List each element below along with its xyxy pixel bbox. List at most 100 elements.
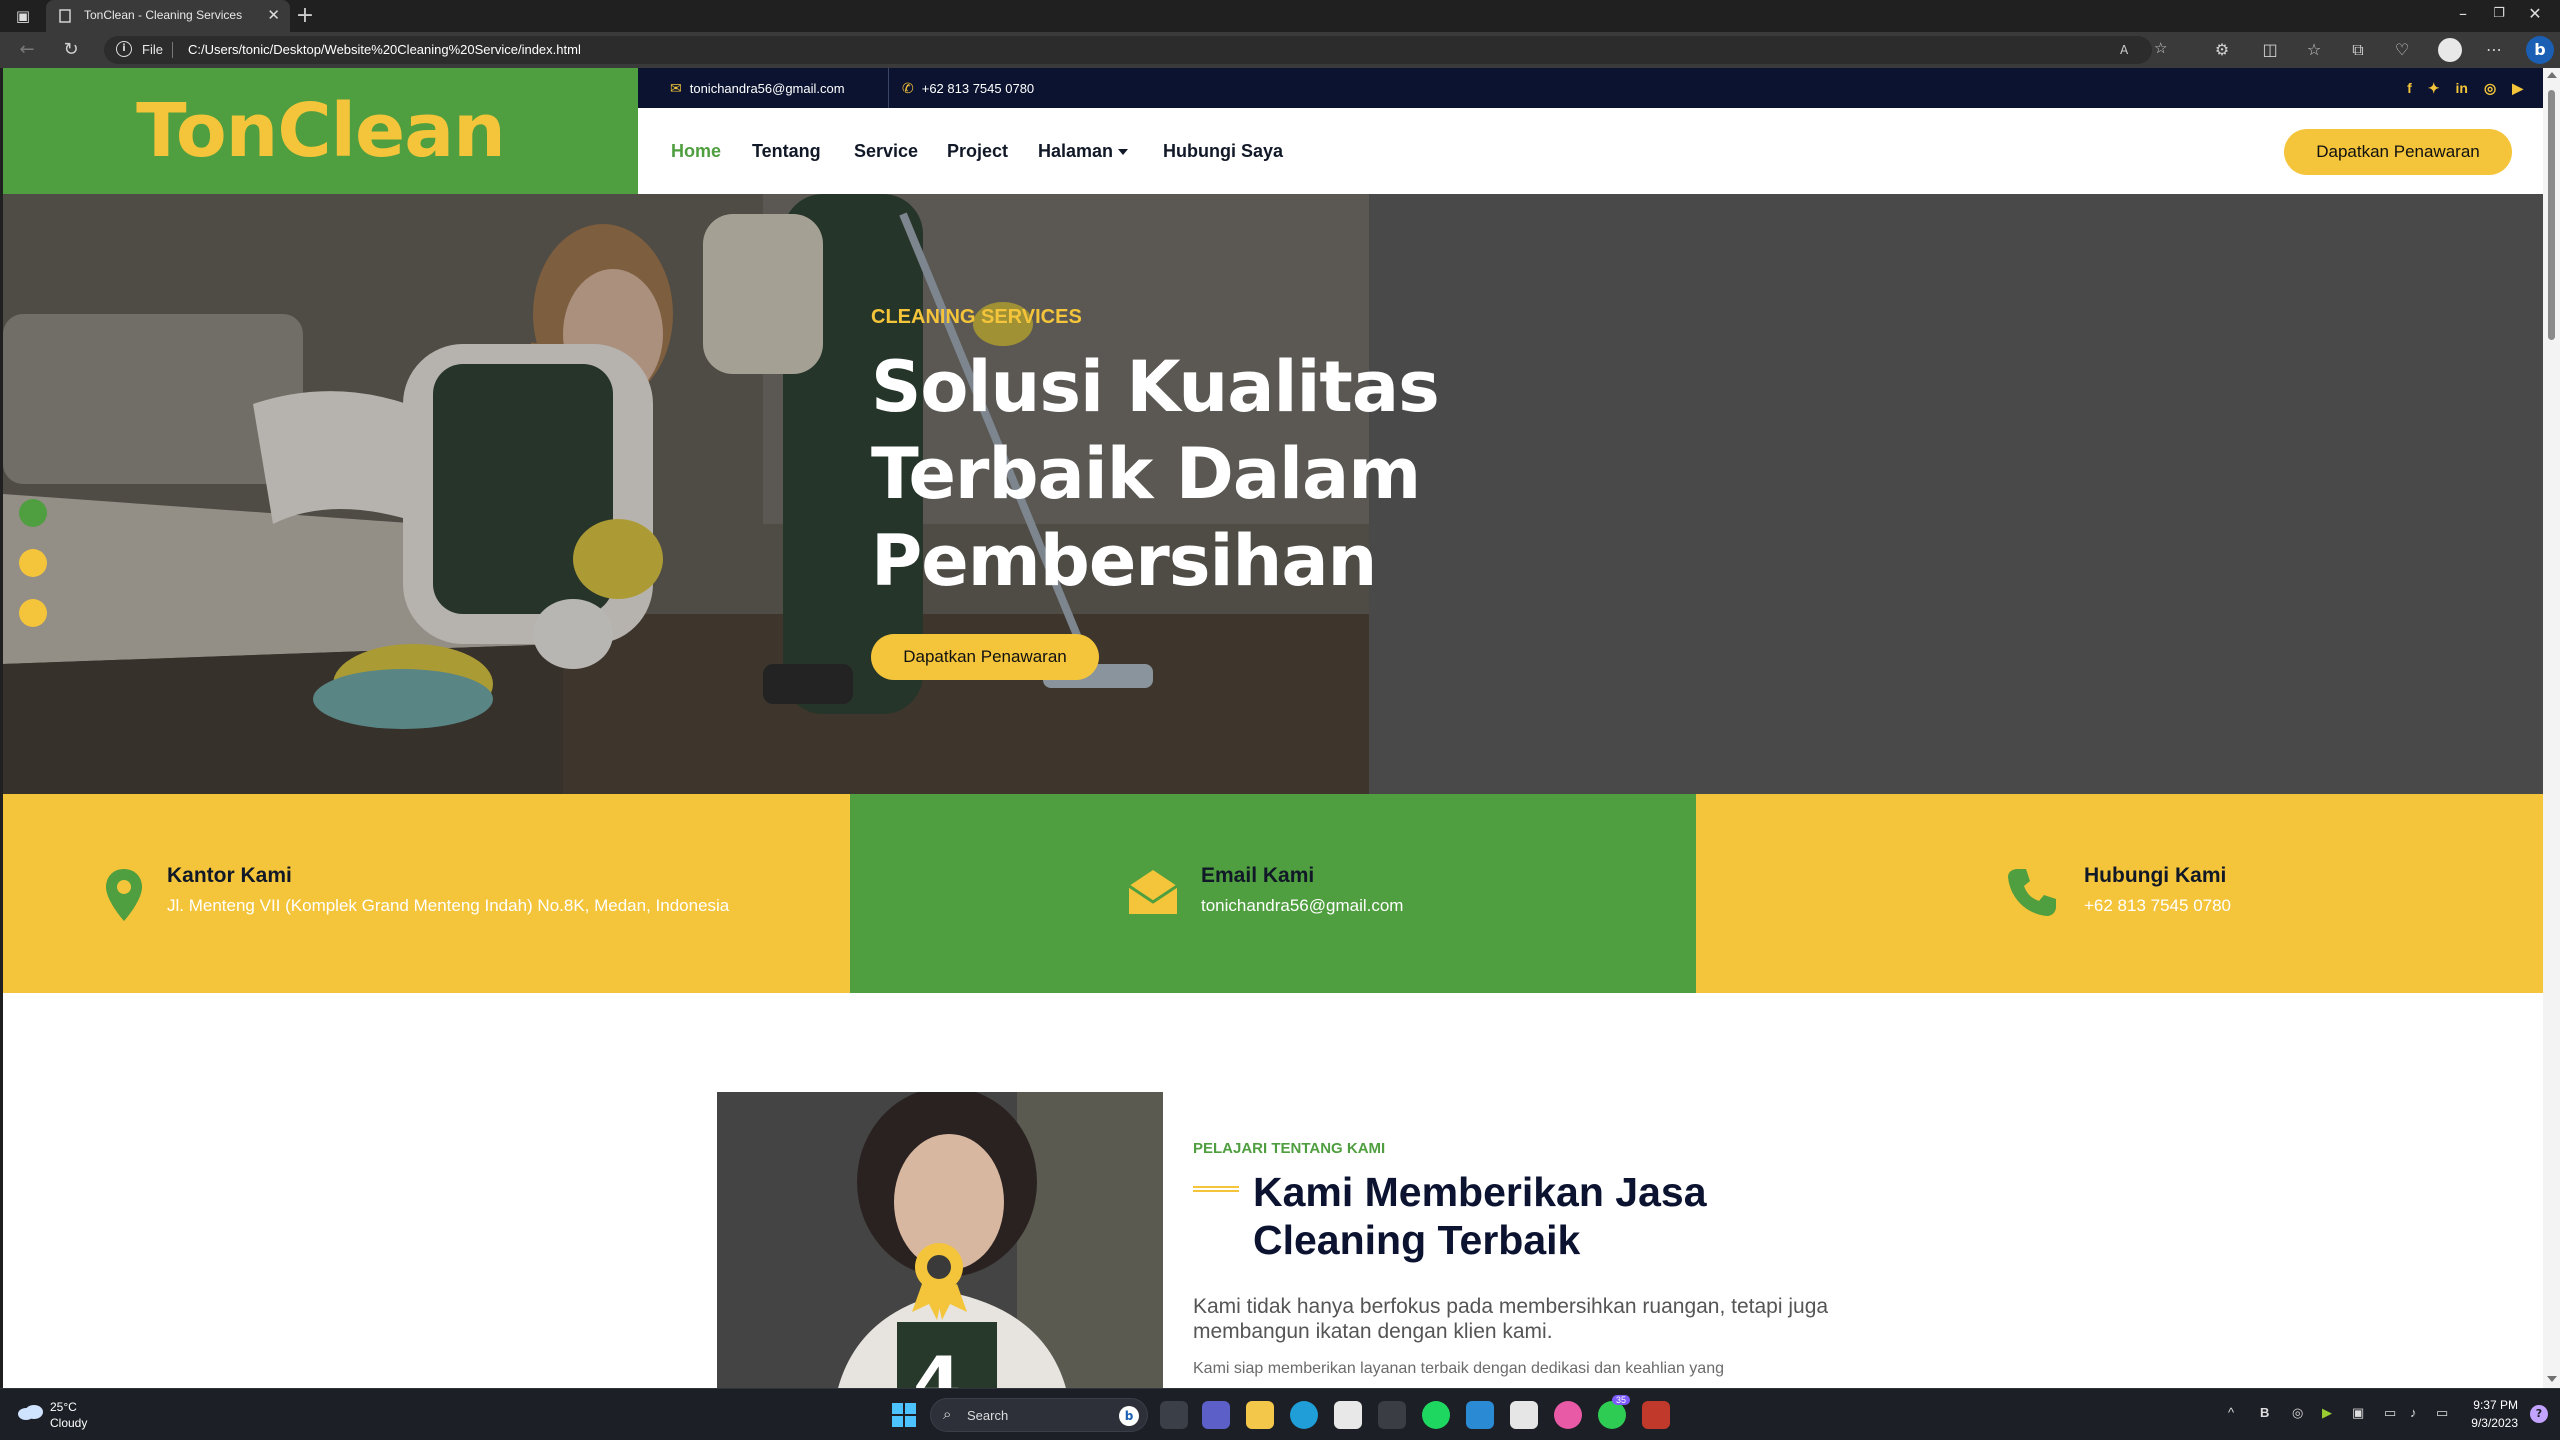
title-accent-rule <box>1193 1186 1239 1192</box>
notification-icon[interactable]: ? <box>2530 1405 2548 1423</box>
microsoft-store-icon[interactable] <box>1334 1401 1362 1429</box>
minimize-icon[interactable]: – <box>2448 4 2478 23</box>
about-title: Kami Memberikan Jasa Cleaning Terbaik <box>1253 1169 1707 1263</box>
teams-chat-icon[interactable] <box>1202 1401 1230 1429</box>
show-hidden-icons[interactable]: ^ <box>2228 1405 2234 1420</box>
tab-strip: ▣ TonClean - Cleaning Services ✕ + – ❐ ✕ <box>0 0 2560 32</box>
restore-icon[interactable]: ❐ <box>2484 6 2514 21</box>
divider <box>888 68 889 108</box>
url-scheme: File <box>142 42 163 57</box>
get-quote-button[interactable]: Dapatkan Penawaran <box>2284 129 2512 175</box>
tray-sync-icon[interactable]: ◎ <box>2292 1405 2303 1421</box>
top-info-bar: ✉ tonichandra56@gmail.com ✆ +62 813 7545… <box>638 68 2543 108</box>
back-icon[interactable]: ← <box>14 39 40 60</box>
topbar-phone[interactable]: ✆ +62 813 7545 0780 <box>902 68 1034 108</box>
email-address[interactable]: tonichandra56@gmail.com <box>1201 896 1403 916</box>
profile-avatar[interactable] <box>2438 38 2462 62</box>
refresh-icon[interactable]: ↻ <box>58 39 84 60</box>
page-icon <box>59 9 71 23</box>
whatsapp-icon[interactable]: 35 <box>1598 1395 1631 1429</box>
tab-actions-icon[interactable]: ▣ <box>12 6 34 26</box>
unity-hub-icon[interactable] <box>1378 1401 1406 1429</box>
envelope-icon: ✉ <box>670 79 682 96</box>
tray-nvidia-icon[interactable]: ▶ <box>2322 1405 2332 1421</box>
carousel-dot-1[interactable] <box>19 499 47 527</box>
close-tab-icon[interactable]: ✕ <box>267 6 280 24</box>
youtube-icon[interactable]: ▶ <box>2512 80 2523 97</box>
scroll-thumb[interactable] <box>2548 90 2555 340</box>
browser-tab[interactable]: TonClean - Cleaning Services ✕ <box>46 0 290 32</box>
extensions-icon[interactable]: ⚙ <box>2210 40 2234 59</box>
page-scrollbar[interactable] <box>2543 68 2560 1388</box>
nav-tentang[interactable]: Tentang <box>752 108 821 194</box>
edge-browser-icon[interactable] <box>1290 1401 1318 1429</box>
twitter-icon[interactable]: ✦ <box>2428 80 2440 97</box>
nav-project[interactable]: Project <box>947 108 1008 194</box>
phone-icon: ✆ <box>902 79 914 96</box>
vscode-icon[interactable] <box>1466 1401 1494 1429</box>
nav-halaman-label: Halaman <box>1038 141 1114 161</box>
nav-hubungi[interactable]: Hubungi Saya <box>1163 108 1283 194</box>
linkedin-icon[interactable]: in <box>2456 80 2468 96</box>
tray-gpu-icon[interactable]: ▣ <box>2352 1405 2364 1421</box>
browser-essentials-icon[interactable]: ♡ <box>2390 40 2414 59</box>
notepad-icon[interactable] <box>1510 1401 1538 1429</box>
clock-time[interactable]: 9:37 PM <box>2473 1398 2518 1412</box>
collections-icon[interactable]: ⧉ <box>2346 40 2370 60</box>
task-view-icon[interactable] <box>1160 1401 1188 1429</box>
favorite-star-icon[interactable]: ☆ <box>2154 39 2167 57</box>
site-logo[interactable]: TonClean <box>3 88 638 174</box>
battery-icon[interactable]: ▭ <box>2436 1405 2448 1421</box>
carousel-dot-3[interactable] <box>19 599 47 627</box>
weather-description[interactable]: Cloudy <box>50 1416 87 1430</box>
tray-app-icon[interactable]: B <box>2260 1405 2269 1420</box>
bing-icon: b <box>1119 1406 1139 1426</box>
hero-carousel: CLEANING SERVICES Solusi Kualitas Terbai… <box>3 194 2543 794</box>
hero-quote-button[interactable]: Dapatkan Penawaran <box>871 634 1099 680</box>
window-close-icon[interactable]: ✕ <box>2520 4 2550 23</box>
scroll-down-icon[interactable] <box>2547 1376 2557 1382</box>
taskbar-search[interactable]: ⌕ Search b <box>930 1398 1148 1432</box>
network-icon[interactable]: ▭ <box>2384 1405 2396 1421</box>
map-pin-icon <box>106 869 142 921</box>
copilot-icon[interactable]: b <box>2526 36 2554 64</box>
read-aloud-icon[interactable]: A <box>2120 43 2128 57</box>
weather-temperature[interactable]: 25°C <box>50 1400 77 1414</box>
hero-title-line-2: Terbaik Dalam <box>871 433 1421 515</box>
carousel-dot-2[interactable] <box>19 549 47 577</box>
nav-halaman[interactable]: Halaman <box>1038 108 1129 194</box>
spotify-icon[interactable] <box>1422 1401 1450 1429</box>
url-text[interactable]: C:/Users/tonic/Desktop/Website%20Cleanin… <box>188 42 581 57</box>
topbar-email[interactable]: ✉ tonichandra56@gmail.com <box>670 68 845 108</box>
new-tab-icon[interactable]: + <box>292 3 318 28</box>
topbar-phone-text: +62 813 7545 0780 <box>921 80 1035 96</box>
volume-icon[interactable]: ♪ <box>2410 1405 2417 1420</box>
nav-service[interactable]: Service <box>854 108 918 194</box>
more-menu-icon[interactable]: ⋯ <box>2482 40 2506 59</box>
file-explorer-icon[interactable] <box>1246 1401 1274 1429</box>
facebook-icon[interactable]: f <box>2407 80 2412 96</box>
clock-date[interactable]: 9/3/2023 <box>2471 1416 2518 1430</box>
favorites-icon[interactable]: ☆ <box>2302 40 2326 59</box>
windows-start-icon[interactable] <box>892 1403 916 1427</box>
office-address: Jl. Menteng VII (Komplek Grand Menteng I… <box>167 896 730 915</box>
hero-title: Solusi Kualitas Terbaik Dalam Pembersiha… <box>871 344 1591 605</box>
winrar-icon[interactable] <box>1642 1401 1670 1429</box>
about-image: 4 <box>717 1092 1163 1388</box>
nav-home[interactable]: Home <box>671 108 721 194</box>
cloud-icon[interactable] <box>16 1403 44 1421</box>
windows-taskbar: 25°C Cloudy ⌕ Search b 35 ^ B ◎ ▶ ▣ ▭ ♪ … <box>0 1388 2560 1440</box>
search-label: Search <box>967 1408 1009 1423</box>
scroll-up-icon[interactable] <box>2547 72 2557 78</box>
tab-title: TonClean - Cleaning Services <box>84 8 243 22</box>
contact-office-card: Kantor Kami Jl. Menteng VII (Komplek Gra… <box>3 794 850 993</box>
contact-email-card: Email Kami tonichandra56@gmail.com <box>850 794 1696 993</box>
split-screen-icon[interactable]: ◫ <box>2258 40 2282 59</box>
instagram-icon[interactable]: ◎ <box>2484 80 2496 97</box>
osu-icon[interactable] <box>1554 1401 1582 1429</box>
info-icon[interactable]: i <box>116 41 132 57</box>
social-links: f ✦ in ◎ ▶ <box>2407 68 2523 108</box>
phone-number[interactable]: +62 813 7545 0780 <box>2084 896 2231 916</box>
url-field[interactable]: i File C:/Users/tonic/Desktop/Website%20… <box>104 36 2167 64</box>
main-nav: Home Tentang Service Project Halaman Hub… <box>638 108 2543 194</box>
